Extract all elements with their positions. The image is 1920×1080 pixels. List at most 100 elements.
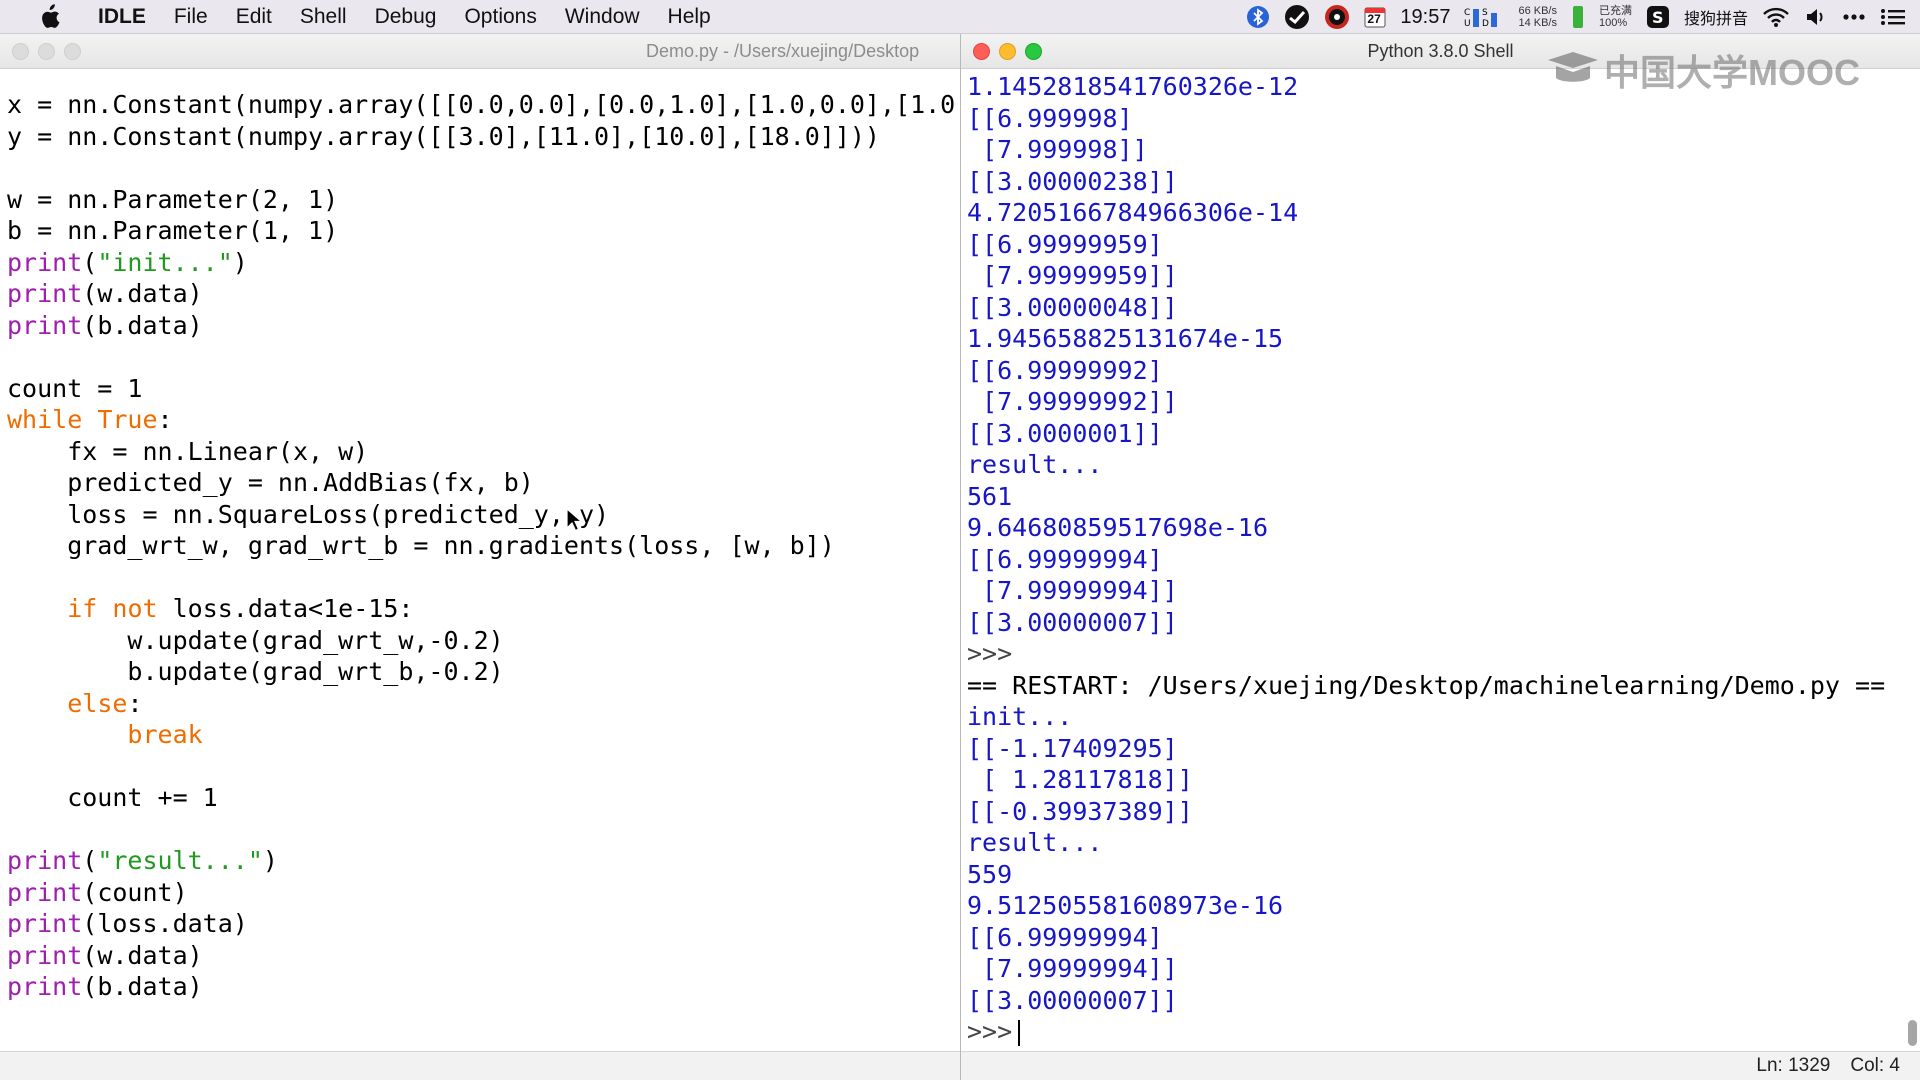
code-token: [7.99999994]] (967, 954, 1178, 983)
minimize-button[interactable] (38, 43, 55, 60)
shell-output[interactable]: 1.1452818541760326e-12 [[6.999998] [7.999… (961, 69, 1920, 1052)
menu-help[interactable]: Help (654, 5, 725, 29)
menu-file[interactable]: File (160, 5, 222, 29)
shell-line: 561 (967, 481, 1920, 513)
code-token: (b.data) (82, 972, 203, 1001)
code-line: break (7, 719, 960, 751)
code-token: True (97, 405, 158, 434)
shell-line: 559 (967, 859, 1920, 891)
shell-line: [7.99999994]] (967, 953, 1920, 985)
shell-line: 4.7205166784966306e-14 (967, 197, 1920, 229)
editor-titlebar[interactable]: Demo.py - /Users/xuejing/Desktop (0, 34, 960, 69)
shell-prompt-line[interactable]: >>> (967, 1016, 1920, 1048)
menu-idle[interactable]: IDLE (86, 5, 160, 29)
network-speed-icon[interactable]: 66 KB/s 14 KB/s (1518, 5, 1557, 29)
shell-line: [[6.99999994] (967, 922, 1920, 954)
code-token: result... (967, 450, 1103, 479)
apple-logo-icon[interactable] (30, 3, 68, 30)
menu-window[interactable]: Window (551, 5, 654, 29)
code-token: [7.99999959]] (967, 261, 1178, 290)
bluetooth-icon[interactable] (1246, 5, 1270, 29)
zoom-button[interactable] (64, 43, 81, 60)
code-token: ( (82, 247, 98, 277)
code-token: 4.7205166784966306e-14 (967, 198, 1299, 227)
code-line: count = 1 (7, 373, 960, 405)
code-token: init... (967, 702, 1073, 731)
status-area: 27 19:57 CUSD 66 KB/s 14 KB/s 已充满 100% S… (1246, 0, 1906, 34)
svg-text:S: S (1652, 8, 1664, 27)
menu-debug[interactable]: Debug (361, 5, 451, 29)
code-token: ) (262, 846, 278, 875)
shell-line: init... (967, 701, 1920, 733)
code-line: count += 1 (7, 782, 960, 814)
shell-line: == RESTART: /Users/xuejing/Desktop/machi… (967, 670, 1920, 702)
code-line: y = nn.Constant(numpy.array([[3.0],[11.0… (7, 121, 960, 153)
code-editor[interactable]: x = nn.Constant(numpy.array([[0.0,0.0],[… (0, 69, 960, 1052)
menu-options[interactable]: Options (450, 5, 550, 29)
code-token: loss = nn.SquareLoss(predicted_y, y) (7, 499, 610, 529)
code-token: not (112, 594, 158, 623)
code-line: print(w.data) (7, 940, 960, 972)
code-token: (b.data) (82, 310, 203, 340)
ime-label[interactable]: 搜狗拼音 (1684, 5, 1748, 29)
battery-icon[interactable] (1571, 5, 1585, 29)
wifi-icon[interactable] (1762, 6, 1790, 28)
code-token: ) (232, 247, 248, 277)
code-line: print("result...") (7, 845, 960, 877)
code-token: b = nn.Parameter(1, 1) (7, 216, 339, 245)
list-icon[interactable] (1880, 7, 1906, 27)
code-line: while True: (7, 404, 960, 436)
calendar-icon[interactable]: 27 (1364, 6, 1386, 28)
code-token: [[3.0000001]] (967, 418, 1163, 448)
cpu-meter-icon[interactable]: CU SD (1464, 5, 1504, 29)
shell-line: result... (967, 827, 1920, 859)
code-line: loss = nn.SquareLoss(predicted_y, y) (7, 499, 960, 531)
menu-edit[interactable]: Edit (222, 5, 286, 29)
app-icon[interactable] (1324, 4, 1350, 30)
code-token: (w.data) (82, 279, 203, 308)
shell-line: [[3.0000001]] (967, 418, 1920, 450)
code-token: print (7, 940, 83, 970)
editor-window: Demo.py - /Users/xuejing/Desktop x = nn.… (0, 34, 961, 1080)
minimize-button[interactable] (999, 43, 1016, 60)
shell-window-controls (973, 43, 1042, 60)
code-line: b = nn.Parameter(1, 1) (7, 215, 960, 247)
code-token: else (67, 688, 128, 718)
menu-shell[interactable]: Shell (286, 5, 361, 29)
code-line: if not loss.data<1e-15: (7, 593, 960, 625)
column-indicator: Col: 4 (1850, 1055, 1900, 1076)
close-button[interactable] (973, 43, 990, 60)
code-token: 9.64680859517698e-16 (967, 513, 1269, 542)
code-token: predicted_y = nn.AddBias(fx, b) (7, 468, 534, 497)
shell-line: [[6.99999959] (967, 229, 1920, 261)
clock[interactable]: 19:57 (1400, 6, 1450, 29)
code-line: b.update(grad_wrt_b,-0.2) (7, 656, 960, 688)
volume-icon[interactable] (1804, 6, 1828, 28)
code-token: [[3.00000007]] (967, 607, 1178, 637)
sogou-icon[interactable]: S (1646, 5, 1670, 29)
code-token: y = nn.Constant(numpy.array([[3.0],[11.0… (7, 121, 880, 151)
app-icon[interactable] (1284, 4, 1310, 30)
shell-titlebar[interactable]: Python 3.8.0 Shell (961, 34, 1920, 69)
shell-line: 9.512505581608973e-16 (967, 890, 1920, 922)
shell-line: [[3.00000007]] (967, 985, 1920, 1017)
code-token: [[3.00000007]] (967, 985, 1178, 1015)
close-button[interactable] (12, 43, 29, 60)
svg-text:U: U (1464, 19, 1471, 29)
code-line: print(loss.data) (7, 908, 960, 940)
code-line: print(count) (7, 877, 960, 909)
shell-line: [7.99999992]] (967, 386, 1920, 418)
scrollbar[interactable] (1908, 1020, 1917, 1046)
text-cursor (1018, 1020, 1021, 1046)
code-line: predicted_y = nn.AddBias(fx, b) (7, 467, 960, 499)
zoom-button[interactable] (1025, 43, 1042, 60)
code-token: >>> (967, 639, 1013, 668)
code-token: [7.99999994]] (967, 576, 1178, 605)
shell-line: >>> (967, 638, 1920, 670)
mouse-pointer-icon (566, 508, 582, 532)
code-token: : (157, 405, 173, 434)
more-icon[interactable] (1842, 13, 1866, 21)
